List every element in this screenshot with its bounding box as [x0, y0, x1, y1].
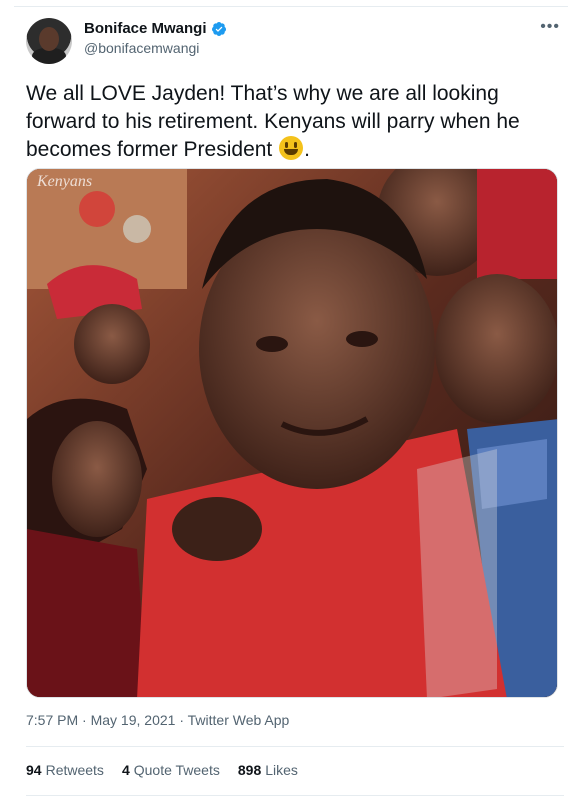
likes-count: 898 — [237, 762, 262, 778]
tweet-card: Boniface Mwangi @bonifacemwangi ••• We a… — [0, 0, 582, 800]
meta-separator: · — [175, 712, 188, 728]
tweet-source[interactable]: Twitter Web App — [188, 712, 290, 728]
tweet-text-end: . — [304, 138, 310, 161]
quote-tweets-label: Quote Tweets — [133, 762, 220, 778]
tweet-text-line: forward to his retirement. Kenyans will … — [26, 110, 520, 133]
tweet-text-line: becomes former President . — [26, 136, 556, 164]
tweet-header: Boniface Mwangi @bonifacemwangi ••• — [26, 16, 564, 66]
avatar[interactable] — [26, 18, 72, 64]
quote-tweets-stat[interactable]: 4 Quote Tweets — [122, 762, 220, 778]
stats-divider — [26, 795, 564, 796]
photo-watermark: Kenyans — [37, 173, 93, 190]
meta-divider — [26, 746, 564, 747]
smiley-emoji-icon — [279, 136, 304, 160]
more-options-icon[interactable]: ••• — [540, 18, 560, 36]
verified-badge-icon — [211, 21, 226, 36]
user-handle[interactable]: @bonifacemwangi — [84, 40, 227, 56]
name-row: Boniface Mwangi — [84, 20, 227, 37]
tweet-text-line: We all LOVE Jayden! That’s why we are al… — [26, 82, 499, 105]
tweet-text: We all LOVE Jayden! That’s why we are al… — [26, 80, 556, 164]
tweet-time[interactable]: 7:57 PM — [26, 712, 78, 728]
quote-tweets-count: 4 — [121, 762, 130, 778]
avatar-face — [39, 27, 59, 51]
tweet-stats: 94 Retweets 4 Quote Tweets 898 Likes — [26, 762, 298, 778]
tweet-photo[interactable]: Kenyans — [26, 168, 558, 698]
photo-illustration — [27, 169, 557, 697]
retweets-count: 94 — [26, 762, 42, 778]
display-name[interactable]: Boniface Mwangi — [84, 20, 207, 37]
user-info[interactable]: Boniface Mwangi @bonifacemwangi — [84, 20, 227, 56]
tweet-meta: 7:57 PM · May 19, 2021 · Twitter Web App — [26, 712, 289, 728]
meta-separator: · — [78, 712, 91, 728]
top-divider — [14, 6, 568, 7]
likes-stat[interactable]: 898 Likes — [238, 762, 298, 778]
retweets-stat[interactable]: 94 Retweets — [26, 762, 104, 778]
retweets-label: Retweets — [45, 762, 104, 778]
likes-label: Likes — [265, 762, 298, 778]
tweet-date[interactable]: May 19, 2021 — [91, 712, 176, 728]
tweet-text-segment: becomes former President — [26, 138, 279, 161]
